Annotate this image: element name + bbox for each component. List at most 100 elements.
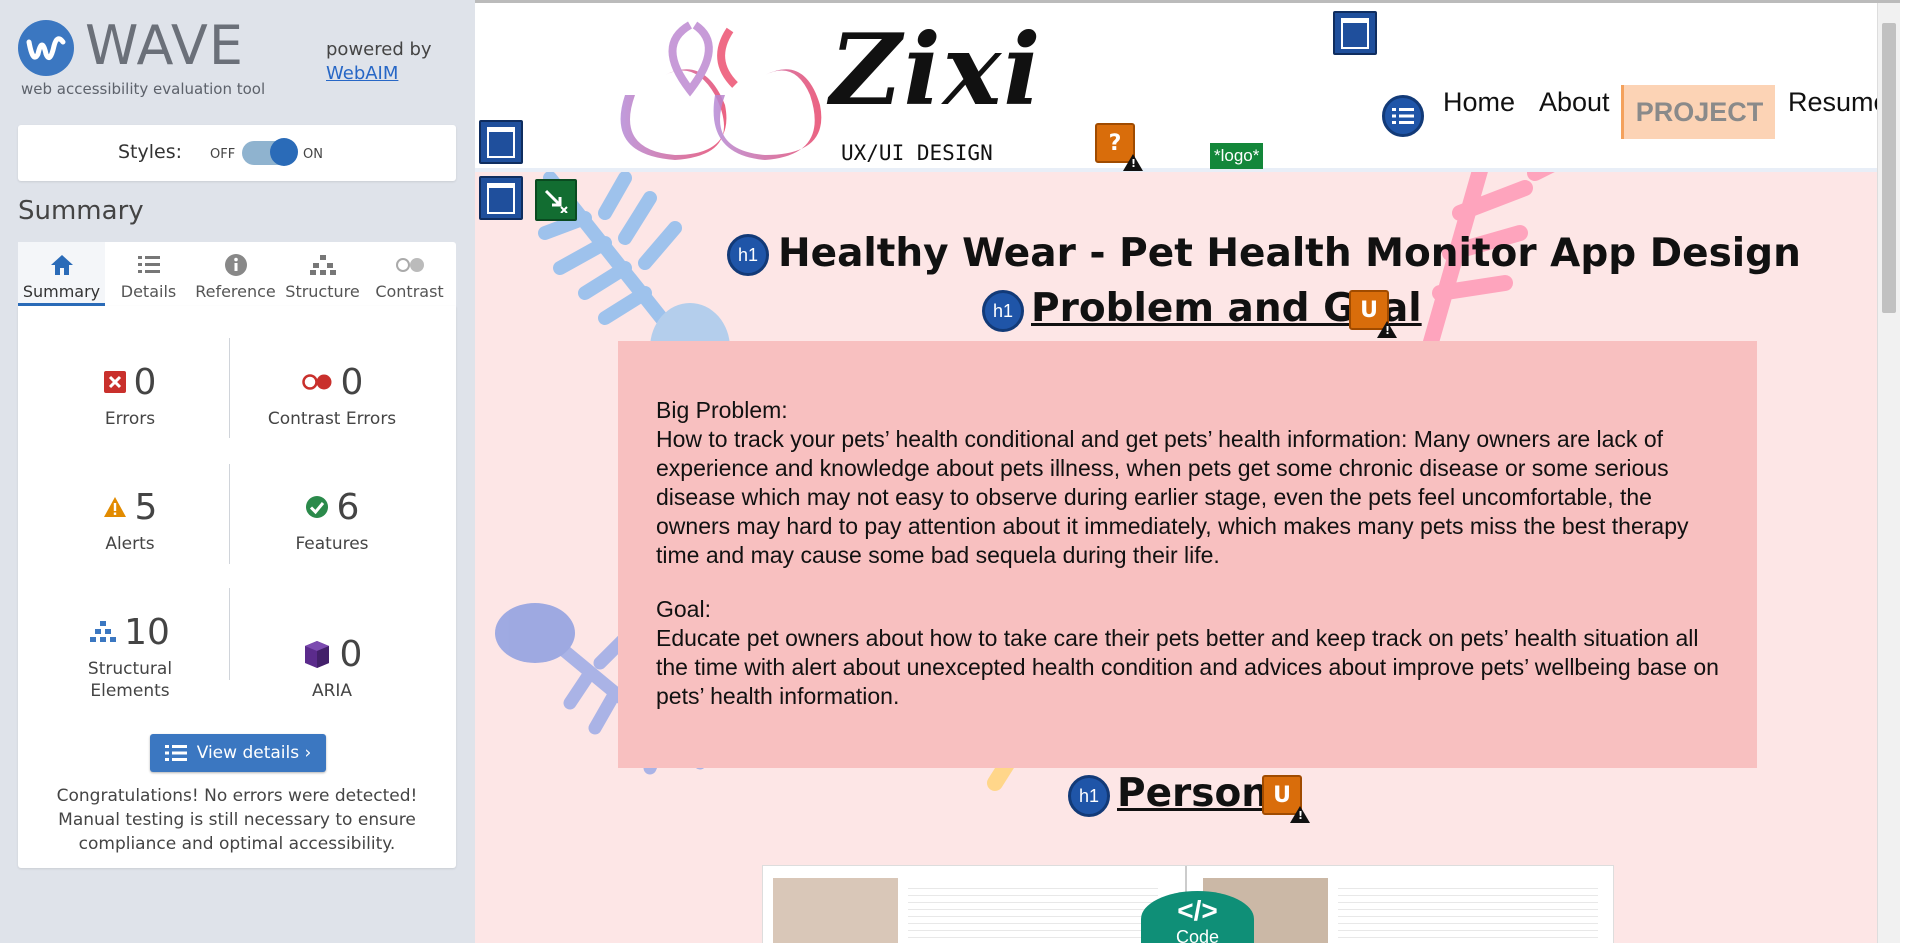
wave-underline-alert-icon[interactable]: U: [1349, 290, 1397, 338]
wave-h1-icon[interactable]: h1: [727, 234, 769, 276]
warning-triangle-icon: [1377, 321, 1397, 338]
errors-label: Errors: [104, 409, 156, 429]
aria-count: 0: [339, 633, 363, 675]
problem-text: How to track your pets’ health condition…: [656, 426, 1689, 568]
warning-triangle-icon: [1123, 154, 1143, 171]
toggle-knob: [270, 138, 298, 166]
skip-arrow-icon: [544, 189, 568, 213]
problem-label: Big Problem:: [656, 397, 788, 423]
tab-summary[interactable]: Summary: [18, 242, 105, 306]
powered-by: powered by WebAIM: [326, 38, 432, 86]
goal-label: Goal:: [656, 596, 711, 622]
styles-toggle[interactable]: [242, 138, 298, 166]
alert-icon: [103, 497, 126, 517]
wave-sidebar: WAVE web accessibility evaluation tool p…: [0, 0, 475, 943]
powered-by-text: powered by: [326, 39, 432, 60]
summary-panel: 0 Errors 0 Contrast Errors 5 Alerts 6 Fe…: [18, 306, 456, 868]
features-count: 6: [336, 486, 360, 528]
feature-check-icon: [305, 496, 328, 518]
page-title: Healthy Wear - Pet Health Monitor App De…: [778, 231, 1801, 276]
info-icon: [224, 254, 247, 276]
problem-goal-panel: Big Problem: How to track your pets’ hea…: [618, 341, 1757, 768]
tab-label: Contrast: [375, 282, 444, 301]
scrollbar-thumb[interactable]: [1882, 23, 1896, 313]
wave-tabs: Summary Details Reference Structure Cont…: [18, 242, 456, 306]
wave-main-region-icon[interactable]: [479, 176, 523, 220]
tab-label: Reference: [195, 282, 276, 301]
webaim-link[interactable]: WebAIM: [326, 62, 432, 86]
aria-cube-icon: [304, 641, 329, 668]
tab-contrast[interactable]: Contrast: [366, 242, 453, 306]
site-header: Zixi UX/UI DESIGN ? *logo* Home About PR…: [475, 3, 1900, 172]
contrast-errors-count: 0: [340, 361, 364, 403]
persona-photo-1: [773, 878, 898, 943]
code-icon: </>: [1177, 895, 1218, 926]
code-button[interactable]: </> Code: [1141, 891, 1254, 943]
wave-tagline: web accessibility evaluation tool: [21, 80, 266, 98]
tab-details[interactable]: Details: [105, 242, 192, 306]
alerts-count: 5: [134, 486, 158, 528]
persona-text-2: [1338, 882, 1598, 943]
alerts-label: Alerts: [105, 534, 155, 554]
page-viewport: Zixi UX/UI DESIGN ? *logo* Home About PR…: [475, 0, 1900, 943]
tab-reference[interactable]: Reference: [192, 242, 279, 306]
features-label: Features: [295, 534, 369, 554]
home-icon: [50, 255, 73, 275]
nav-project[interactable]: PROJECT: [1621, 85, 1775, 139]
page-scrollbar[interactable]: [1877, 3, 1900, 943]
wave-brand: WAVE: [85, 14, 244, 77]
goal-text: Educate pet owners about how to take car…: [656, 625, 1719, 709]
aria-label: ARIA: [311, 681, 353, 701]
toggle-on-label: ON: [303, 147, 323, 162]
contrast-errors-label: Contrast Errors: [267, 409, 397, 429]
styles-card: Styles: OFF ON: [18, 125, 456, 181]
stat-features[interactable]: 6 Features: [232, 485, 432, 555]
summary-heading: Summary: [18, 196, 144, 226]
wave-underline-alert-icon[interactable]: U: [1262, 775, 1310, 823]
nav-about[interactable]: About: [1539, 87, 1610, 118]
wave-logo-tag[interactable]: *logo*: [1210, 143, 1264, 169]
view-details-button[interactable]: View details ›: [150, 734, 326, 772]
tab-label: Summary: [22, 282, 101, 301]
logo-swirl-graphic: [620, 21, 822, 160]
nav-home[interactable]: Home: [1443, 87, 1515, 118]
tab-label: Details: [120, 282, 177, 301]
warning-triangle-icon: [1290, 806, 1310, 823]
wave-h1-icon[interactable]: h1: [982, 290, 1024, 332]
toggle-off-label: OFF: [210, 147, 236, 162]
list-icon: [137, 256, 160, 273]
contrast-error-icon: [301, 374, 332, 390]
stat-errors[interactable]: 0 Errors: [30, 360, 230, 430]
persona-text-1: [908, 882, 1158, 943]
wave-alert-question-icon[interactable]: ?: [1095, 123, 1143, 171]
code-label: Code: [1175, 927, 1220, 943]
list-icon: [1392, 108, 1414, 124]
stat-alerts[interactable]: 5 Alerts: [30, 485, 230, 555]
structural-count: 10: [124, 611, 170, 653]
wave-header-region-icon[interactable]: [479, 120, 523, 164]
styles-label: Styles:: [118, 141, 183, 163]
alert-symbol: U: [1273, 782, 1291, 808]
structural-icon: [90, 621, 117, 642]
alert-symbol: ?: [1108, 130, 1122, 156]
wave-skip-link-icon[interactable]: [535, 179, 577, 221]
wave-logo-icon: [18, 20, 74, 76]
stat-aria[interactable]: 0 ARIA: [232, 632, 432, 702]
nav-resume[interactable]: Resume: [1788, 87, 1889, 118]
stat-structural[interactable]: 10 Structural Elements: [30, 610, 230, 702]
stat-contrast-errors[interactable]: 0 Contrast Errors: [232, 360, 432, 430]
logo-text[interactable]: Zixi: [830, 13, 1042, 128]
logo-subtitle: UX/UI DESIGN: [841, 141, 993, 165]
wave-h1-icon[interactable]: h1: [1068, 775, 1110, 817]
structural-label: Structural Elements: [87, 659, 173, 701]
list-icon: [164, 745, 187, 761]
tab-structure[interactable]: Structure: [279, 242, 366, 306]
structure-icon: [309, 255, 336, 275]
wave-list-icon[interactable]: [1382, 95, 1424, 137]
error-icon: [103, 371, 126, 393]
errors-count: 0: [133, 361, 157, 403]
wave-navigation-region-icon[interactable]: [1333, 11, 1377, 55]
congrats-message: Congratulations! No errors were detected…: [56, 786, 418, 854]
alert-symbol: U: [1360, 297, 1378, 323]
view-details-label: View details ›: [196, 743, 312, 763]
